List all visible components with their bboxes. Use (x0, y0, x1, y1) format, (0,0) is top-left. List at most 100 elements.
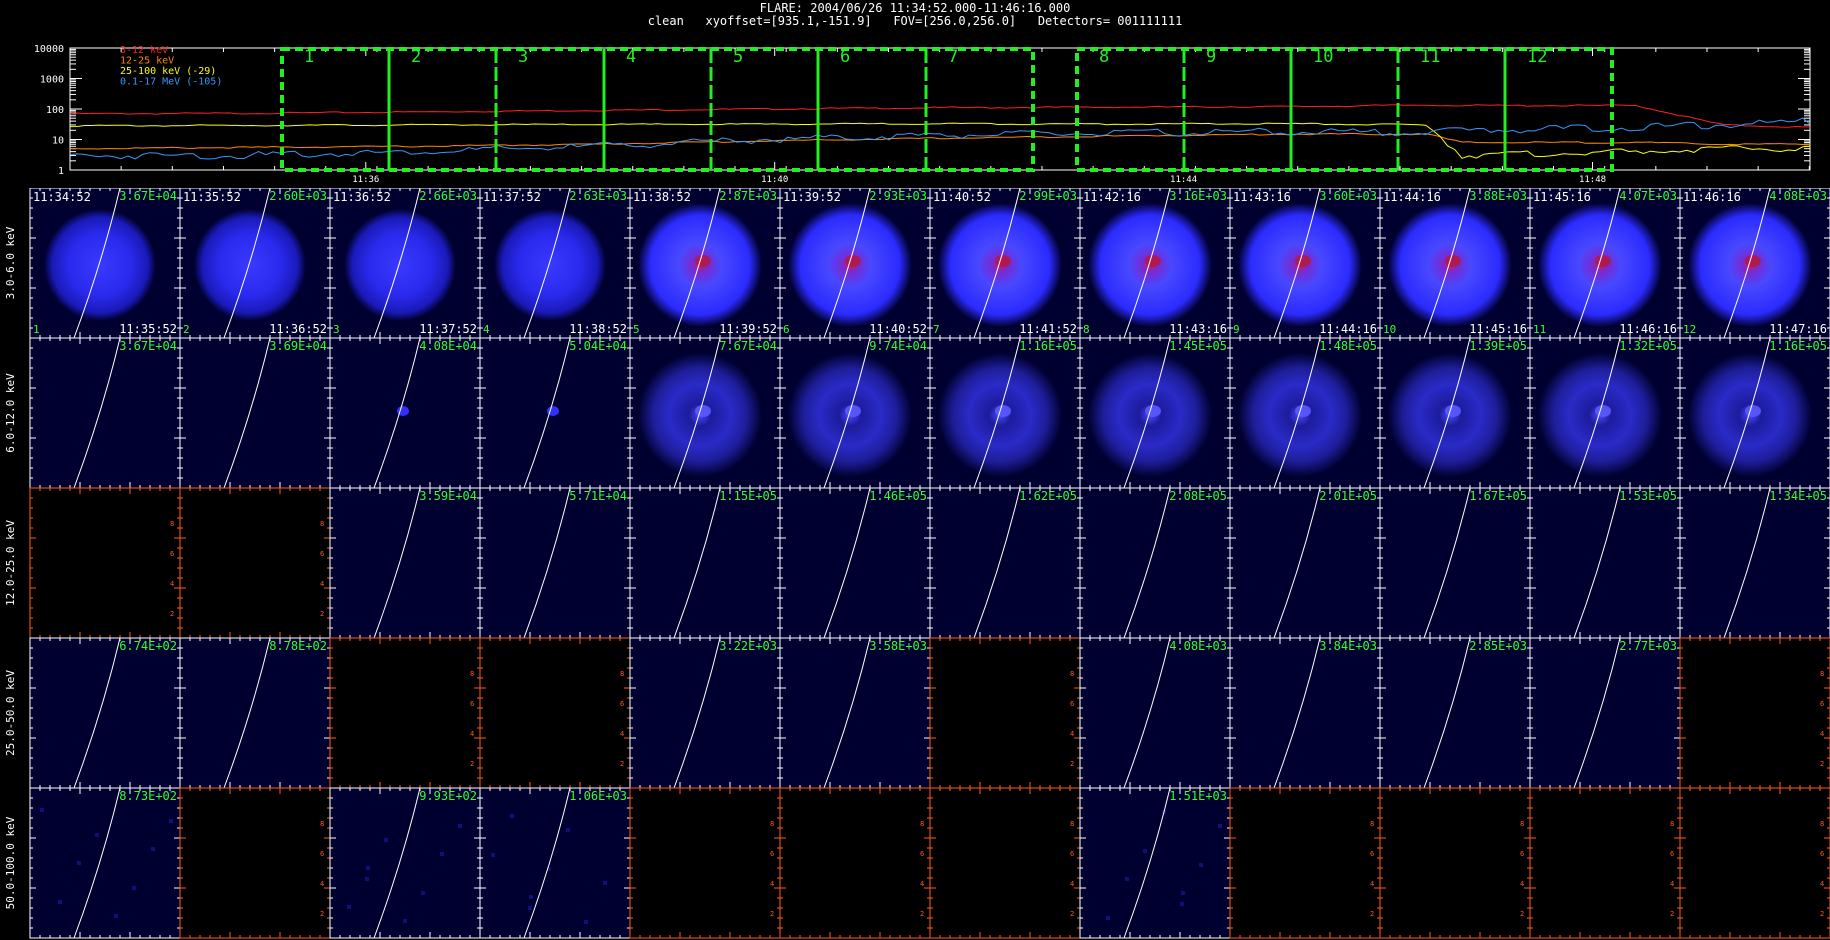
source-core (845, 405, 861, 417)
peak-value-label: 9.74E+04 (869, 339, 927, 353)
image-cell: 2.77E+03 (1529, 637, 1681, 789)
start-time-label: 11:40:52 (933, 190, 991, 204)
plot-frame (69, 47, 1811, 171)
image-cell: 1.06E+03 (479, 787, 631, 939)
peak-value-label: 1.45E+05 (1169, 339, 1227, 353)
interval-index-label: 10 (1383, 323, 1396, 336)
empty-axis-tick-label: 8 (770, 820, 774, 828)
peak-value-label: 2.01E+05 (1319, 489, 1377, 503)
cell-frame (1229, 787, 1381, 939)
interval-index-label: 8 (1083, 323, 1090, 336)
image-cell: 2.08E+05 (1079, 487, 1231, 639)
image-cell: 2 4 6 8 (1529, 787, 1681, 939)
peak-value-label: 6.74E+02 (119, 639, 177, 653)
row-energy-label: 3.0-6.0 keV (4, 226, 17, 299)
peak-value-label: 5.71E+04 (569, 489, 627, 503)
empty-axis-tick-label: 2 (470, 760, 474, 768)
empty-axis-tick-label: 4 (620, 730, 624, 738)
source-emission (44, 209, 156, 321)
cell-frame (479, 487, 631, 639)
source-core (1595, 405, 1611, 417)
image-cell: 3.88E+03 11:44:16 11:45:16 10 (1379, 188, 1531, 339)
source-emission (494, 209, 606, 321)
empty-axis-tick-label: 2 (1370, 910, 1374, 918)
empty-axis-tick-label: 2 (1820, 910, 1824, 918)
noise-speck (1106, 916, 1110, 920)
noise-speck (95, 833, 99, 837)
peak-value-label: 4.08E+04 (419, 339, 477, 353)
noise-speck (40, 808, 44, 812)
cell-frame (1079, 487, 1231, 639)
noise-speck (403, 919, 407, 923)
image-cell: 9.74E+04 (779, 337, 931, 489)
image-cell: 2.01E+05 (1229, 487, 1381, 639)
image-cell: 3.84E+03 (1229, 637, 1381, 789)
empty-axis-tick-label: 4 (470, 730, 474, 738)
image-cell: 2.87E+03 11:38:52 11:39:52 5 (629, 188, 781, 339)
image-cell: 3.59E+04 (329, 487, 481, 639)
image-cell: 6.74E+02 (29, 637, 181, 789)
image-cell: 4.07E+03 11:45:16 11:46:16 11 (1529, 188, 1681, 339)
empty-axis-tick-label: 8 (1370, 820, 1374, 828)
image-cell: 7.67E+04 (629, 337, 781, 489)
noise-speck (169, 819, 173, 823)
image-cell: 2 4 6 8 (1679, 637, 1830, 789)
noise-speck (1199, 863, 1203, 867)
interval-index-label: 2 (183, 323, 190, 336)
cell-frame (629, 487, 781, 639)
peak-value-label: 2.93E+03 (869, 189, 927, 203)
empty-axis-tick-label: 8 (920, 820, 924, 828)
image-cell: 4.08E+04 (329, 337, 481, 489)
end-time-label: 11:45:16 (1469, 322, 1527, 336)
image-cell: 3.69E+04 (179, 337, 331, 489)
image-cell: 8.73E+02 (29, 787, 181, 939)
interval-index-label: 6 (783, 323, 790, 336)
source-core (995, 255, 1011, 267)
noise-speck (1143, 849, 1147, 853)
interval-number: 2 (411, 47, 421, 67)
x-tick-label: 11:48 (1579, 175, 1606, 185)
source-emission (344, 209, 456, 321)
empty-axis-tick-label: 6 (1820, 850, 1824, 858)
cell-frame (629, 637, 781, 789)
image-cell: 2.93E+03 11:39:52 11:40:52 6 (779, 188, 931, 339)
empty-axis-tick-label: 4 (1070, 880, 1074, 888)
image-cell: 3.16E+03 11:42:16 11:43:16 8 (1079, 188, 1231, 339)
cell-frame (1529, 637, 1681, 789)
interval-group-box (1075, 47, 1614, 172)
noise-speck (114, 914, 118, 918)
source-core (695, 405, 711, 417)
interval-number: 6 (840, 47, 850, 67)
empty-axis-tick-label: 4 (1070, 730, 1074, 738)
empty-axis-tick-label: 2 (320, 610, 324, 618)
empty-axis-tick-label: 6 (770, 850, 774, 858)
cell-frame (1079, 787, 1231, 939)
noise-speck (132, 886, 136, 890)
end-time-label: 11:44:16 (1319, 322, 1377, 336)
start-time-label: 11:46:16 (1683, 190, 1741, 204)
end-time-label: 11:41:52 (1019, 322, 1077, 336)
empty-axis-tick-label: 6 (1070, 850, 1074, 858)
peak-value-label: 2.77E+03 (1619, 639, 1677, 653)
noise-speck (510, 814, 514, 818)
noise-speck (1181, 891, 1185, 895)
image-cell: 5.71E+04 (479, 487, 631, 639)
empty-axis-tick-label: 6 (470, 700, 474, 708)
noise-speck (58, 900, 62, 904)
interval-index-label: 4 (483, 323, 490, 336)
peak-value-label: 2.87E+03 (719, 189, 777, 203)
noise-speck (421, 891, 425, 895)
peak-value-label: 3.88E+03 (1469, 189, 1527, 203)
cell-frame (29, 787, 181, 939)
empty-axis-tick-label: 8 (620, 670, 624, 678)
lightcurve-panel: 10000 1000 100 10 1 11:36 11:40 11:44 11:48 3-12 … (0, 40, 1830, 190)
image-cell: 1.16E+05 (1679, 337, 1830, 489)
empty-axis-tick-label: 2 (1520, 910, 1524, 918)
image-cell: 2 4 6 8 (179, 787, 331, 939)
cell-frame (329, 487, 481, 639)
cell-frame (479, 787, 631, 939)
cell-frame (1379, 487, 1531, 639)
peak-value-label: 1.46E+05 (869, 489, 927, 503)
row-energy-label: 25.0-50.0 keV (4, 670, 17, 756)
empty-axis-tick-label: 8 (320, 820, 324, 828)
